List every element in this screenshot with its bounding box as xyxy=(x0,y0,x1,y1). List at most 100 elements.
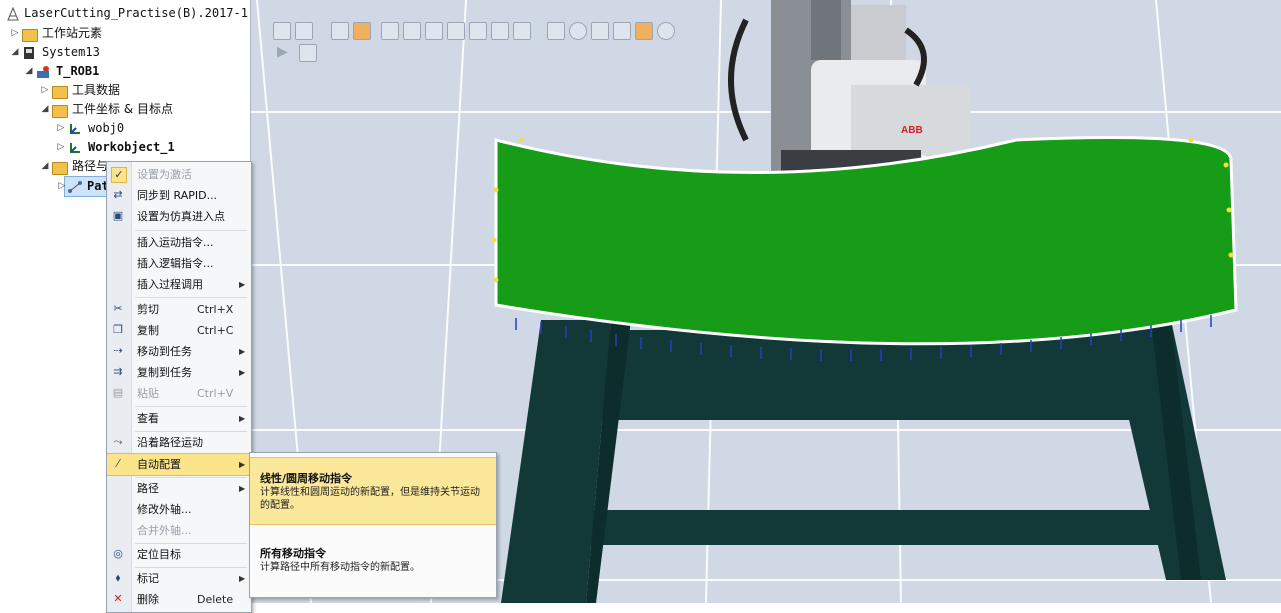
folder-icon xyxy=(22,27,38,42)
select-part-icon[interactable] xyxy=(353,22,371,40)
menu-item-move-to-task[interactable]: ⇢ 移动到任务 ▶ xyxy=(107,341,251,362)
menu-item-copy[interactable]: ❐ 复制 Ctrl+C xyxy=(107,320,251,341)
menu-item-label: 移动到任务 xyxy=(137,345,192,358)
menu-item-insert-logic[interactable]: 插入逻辑指令... xyxy=(107,253,251,274)
menu-item-insert-move[interactable]: 插入运动指令... xyxy=(107,232,251,253)
tree-item-task[interactable]: ◢ T_ROB1 xyxy=(24,62,100,81)
menu-item-modify-ext-axis[interactable]: 修改外轴... xyxy=(107,499,251,520)
tree-item-label: System13 xyxy=(42,45,100,59)
menu-item-label: 定位目标 xyxy=(137,548,181,561)
measure-min-distance-icon[interactable] xyxy=(657,22,675,40)
menu-item-cut[interactable]: ✂ 剪切 Ctrl+X xyxy=(107,299,251,320)
tree-item-paths[interactable]: ◢ 路径与 xyxy=(40,157,108,176)
submenu-arrow-icon: ▶ xyxy=(239,460,246,469)
menu-item-merge-ext-axis[interactable]: 合并外轴... xyxy=(107,520,251,541)
menu-item-paste[interactable]: ▤ 粘贴 Ctrl+V xyxy=(107,383,251,404)
stop-icon[interactable] xyxy=(299,44,317,62)
menu-item-label: 粘贴 xyxy=(137,387,159,400)
menu-item-label: 剪切 xyxy=(137,303,159,316)
menu-item-label: 查看 xyxy=(137,412,159,425)
menu-item-set-sim-entry[interactable]: ▣ 设置为仿真进入点 xyxy=(107,206,251,227)
menu-item-label: 复制 xyxy=(137,324,159,337)
select-icon[interactable] xyxy=(331,22,349,40)
menu-shortcut: Ctrl+V xyxy=(197,387,234,400)
menu-item-path[interactable]: 路径 ▶ xyxy=(107,478,251,499)
viewport-toolbar: ▶ xyxy=(269,18,929,62)
path-icon xyxy=(67,180,83,194)
measure-diameter-icon[interactable] xyxy=(591,22,609,40)
menu-item-view[interactable]: 查看 ▶ xyxy=(107,408,251,429)
menu-shortcut: Delete xyxy=(197,593,234,606)
measure-icon[interactable] xyxy=(635,22,653,40)
menu-shortcut: Ctrl+C xyxy=(197,324,234,337)
menu-item-label: 删除 xyxy=(137,593,159,606)
scissors-icon: ✂ xyxy=(113,302,123,315)
expand-arrow-icon[interactable]: ▷ xyxy=(40,85,50,95)
sync-icon: ⇄ xyxy=(113,188,123,201)
collapse-arrow-icon[interactable]: ◢ xyxy=(24,66,34,76)
measure-points-icon[interactable] xyxy=(547,22,565,40)
expand-arrow-icon[interactable]: ▷ xyxy=(56,142,66,152)
submenu-item-desc: 计算线性和圆周运动的新配置，但是维持关节运动的配置。 xyxy=(260,487,480,511)
snap-local-icon[interactable] xyxy=(491,22,509,40)
snap-center-icon[interactable] xyxy=(403,22,421,40)
submenu-item-desc: 计算路径中所有移动指令的新配置。 xyxy=(260,562,420,573)
menu-item-copy-to-task[interactable]: ⇉ 复制到任务 ▶ xyxy=(107,362,251,383)
submenu-arrow-icon: ▶ xyxy=(239,347,246,356)
menu-item-tag[interactable]: ⬧ 标记 ▶ xyxy=(107,568,251,589)
tree-item-tool-data[interactable]: ▷ 工具数据 xyxy=(40,81,120,100)
menu-item-sync-rapid[interactable]: ⇄ 同步到 RAPID... xyxy=(107,185,251,206)
menu-item-label: 沿着路径运动 xyxy=(137,436,203,449)
menu-item-label: 修改外轴... xyxy=(137,503,192,516)
tree-item-label: 工具数据 xyxy=(72,83,121,97)
controller-icon xyxy=(22,46,38,60)
folder-icon xyxy=(52,84,68,99)
menu-item-label: 路径 xyxy=(137,482,159,495)
station-title-row[interactable]: LaserCutting_Practise(B).2017-1-6* xyxy=(6,4,250,23)
menu-item-move-along-path[interactable]: ⤳ 沿着路径运动 xyxy=(107,432,251,453)
path-icon: ⤳ xyxy=(113,435,123,448)
snap-edge-icon[interactable] xyxy=(447,22,465,40)
measure-angle-icon[interactable] xyxy=(569,22,587,40)
auto-config-submenu: 线性/圆周移动指令 计算线性和圆周运动的新配置，但是维持关节运动的配置。 所有移… xyxy=(249,452,497,598)
tree-item-wobj0[interactable]: ▷ wobj0 xyxy=(56,119,125,138)
folder-icon xyxy=(52,103,68,118)
tree-item-system[interactable]: ◢ System13 xyxy=(10,43,100,62)
move-to-task-icon: ⇢ xyxy=(113,344,123,357)
view-icon[interactable] xyxy=(273,22,291,40)
menu-item-set-active[interactable]: ✓ 设置为激活 xyxy=(107,164,251,185)
snap-mid-icon[interactable] xyxy=(425,22,443,40)
tree-item-label: T_ROB1 xyxy=(56,64,100,78)
submenu-item-all-moves[interactable]: 所有移动指令 计算路径中所有移动指令的新配置。 xyxy=(250,539,496,591)
expand-arrow-icon[interactable]: ▷ xyxy=(10,28,20,38)
measure-distance-icon[interactable] xyxy=(613,22,631,40)
collapse-arrow-icon[interactable]: ◢ xyxy=(40,161,50,171)
frame-icon xyxy=(68,141,84,155)
snap-end-icon[interactable] xyxy=(513,22,531,40)
menu-separator xyxy=(135,230,247,231)
menu-item-label: 插入过程调用 xyxy=(137,278,203,291)
tree-item-station-elements[interactable]: ▷ 工作站元素 xyxy=(10,24,102,43)
play-icon[interactable]: ▶ xyxy=(277,44,293,60)
submenu-arrow-icon: ▶ xyxy=(239,484,246,493)
view-all-icon[interactable] xyxy=(295,22,313,40)
expand-arrow-icon[interactable]: ▷ xyxy=(57,181,67,191)
menu-item-delete[interactable]: ✕ 删除 Delete xyxy=(107,589,251,610)
tree-item-workobject-1[interactable]: ▷ Workobject_1 xyxy=(56,138,175,157)
menu-item-insert-proc-call[interactable]: 插入过程调用 ▶ xyxy=(107,274,251,295)
menu-item-locate-target[interactable]: ◎ 定位目标 xyxy=(107,544,251,565)
menu-item-label: 标记 xyxy=(137,572,159,585)
entry-point-icon: ▣ xyxy=(112,209,124,222)
submenu-item-linear-circular[interactable]: 线性/圆周移动指令 计算线性和圆周运动的新配置，但是维持关节运动的配置。 xyxy=(250,457,496,525)
tree-item-workobjects[interactable]: ◢ 工件坐标 & 目标点 xyxy=(40,100,173,119)
folder-icon xyxy=(52,160,68,175)
menu-item-auto-config[interactable]: ⁄ 自动配置 ▶ xyxy=(107,453,251,476)
snap-object-icon[interactable] xyxy=(381,22,399,40)
copy-icon: ❐ xyxy=(113,323,123,336)
collapse-arrow-icon[interactable]: ◢ xyxy=(40,104,50,114)
expand-arrow-icon[interactable]: ▷ xyxy=(56,123,66,133)
menu-item-label: 同步到 RAPID... xyxy=(137,189,218,202)
task-icon xyxy=(36,65,52,79)
snap-grid-icon[interactable] xyxy=(469,22,487,40)
collapse-arrow-icon[interactable]: ◢ xyxy=(10,47,20,57)
